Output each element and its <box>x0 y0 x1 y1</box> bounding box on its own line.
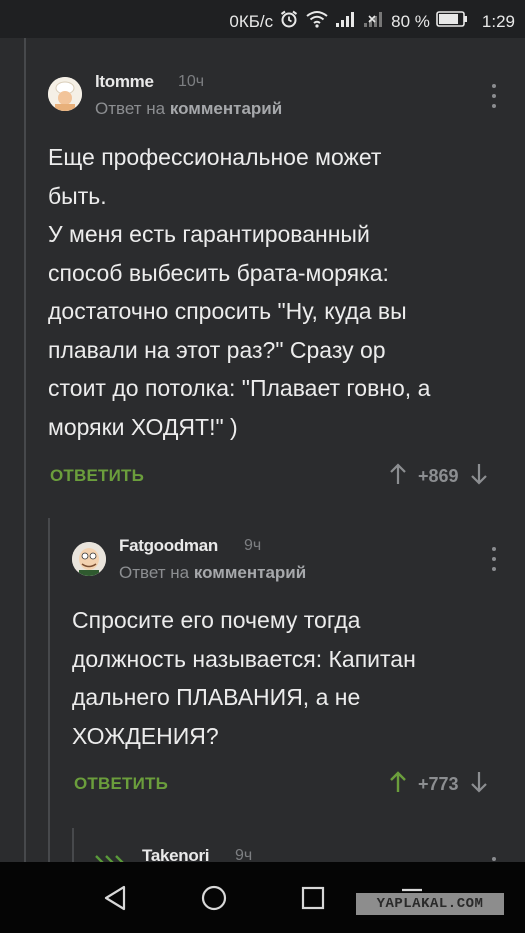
comment: ltomme 10ч Ответ на комментарий Еще проф… <box>0 38 525 508</box>
watermark-logo: YAPLAKAL.COM <box>356 893 504 915</box>
reply-to-link[interactable]: комментарий <box>194 563 306 582</box>
back-icon[interactable] <box>100 882 132 914</box>
comment: Takenori 9ч <box>0 838 525 862</box>
comment-author[interactable]: Takenori <box>142 846 210 862</box>
comment-time: 10ч <box>178 73 205 90</box>
battery-icon <box>436 11 468 32</box>
comment-author[interactable]: ltomme <box>95 72 154 92</box>
avatar[interactable] <box>72 542 106 576</box>
comment-score: +869 <box>418 466 459 486</box>
reply-to-prefix: Ответ на <box>119 563 190 582</box>
reply-to-prefix: Ответ на <box>95 99 166 118</box>
signal-icon <box>335 10 357 33</box>
reply-button[interactable]: ОТВЕТИТЬ <box>50 466 144 486</box>
more-options-icon[interactable] <box>489 547 499 571</box>
comment-author[interactable]: Fatgoodman <box>119 536 218 556</box>
reply-button[interactable]: ОТВЕТИТЬ <box>74 774 168 794</box>
vote-controls: +773 <box>388 770 489 799</box>
reply-to-line: Ответ на комментарий <box>95 99 282 119</box>
downvote-icon[interactable] <box>469 462 489 491</box>
status-bar: 0КБ/с 80 % 1:29 <box>0 0 525 38</box>
comment-text: Спросите его почему тогда должность назы… <box>72 607 416 749</box>
reply-to-line: Ответ на комментарий <box>119 563 306 583</box>
comment-score: +773 <box>418 774 459 794</box>
comment: Fatgoodman 9ч Ответ на комментарий Спрос… <box>0 508 525 838</box>
comments-feed[interactable]: ltomme 10ч Ответ на комментарий Еще проф… <box>0 38 525 862</box>
clock: 1:29 <box>481 11 515 31</box>
comment-text: Еще профессиональное может быть. У меня … <box>48 144 431 440</box>
vote-controls: +869 <box>388 462 489 491</box>
alarm-icon <box>279 9 299 34</box>
no-signal-icon <box>363 10 385 33</box>
downvote-icon[interactable] <box>469 770 489 799</box>
comment-time: 9ч <box>244 537 262 554</box>
wifi-icon <box>305 10 329 33</box>
avatar[interactable] <box>94 852 128 862</box>
avatar[interactable] <box>48 77 82 111</box>
network-speed: 0КБ/с <box>229 11 274 31</box>
upvote-icon[interactable] <box>388 462 408 491</box>
battery-percent: 80 % <box>391 11 430 31</box>
recent-apps-icon[interactable] <box>297 882 329 914</box>
comment-time: 9ч <box>235 847 253 862</box>
upvote-icon[interactable] <box>388 770 408 799</box>
reply-to-link[interactable]: комментарий <box>170 99 282 118</box>
home-icon[interactable] <box>198 882 230 914</box>
more-options-icon[interactable] <box>489 84 499 108</box>
